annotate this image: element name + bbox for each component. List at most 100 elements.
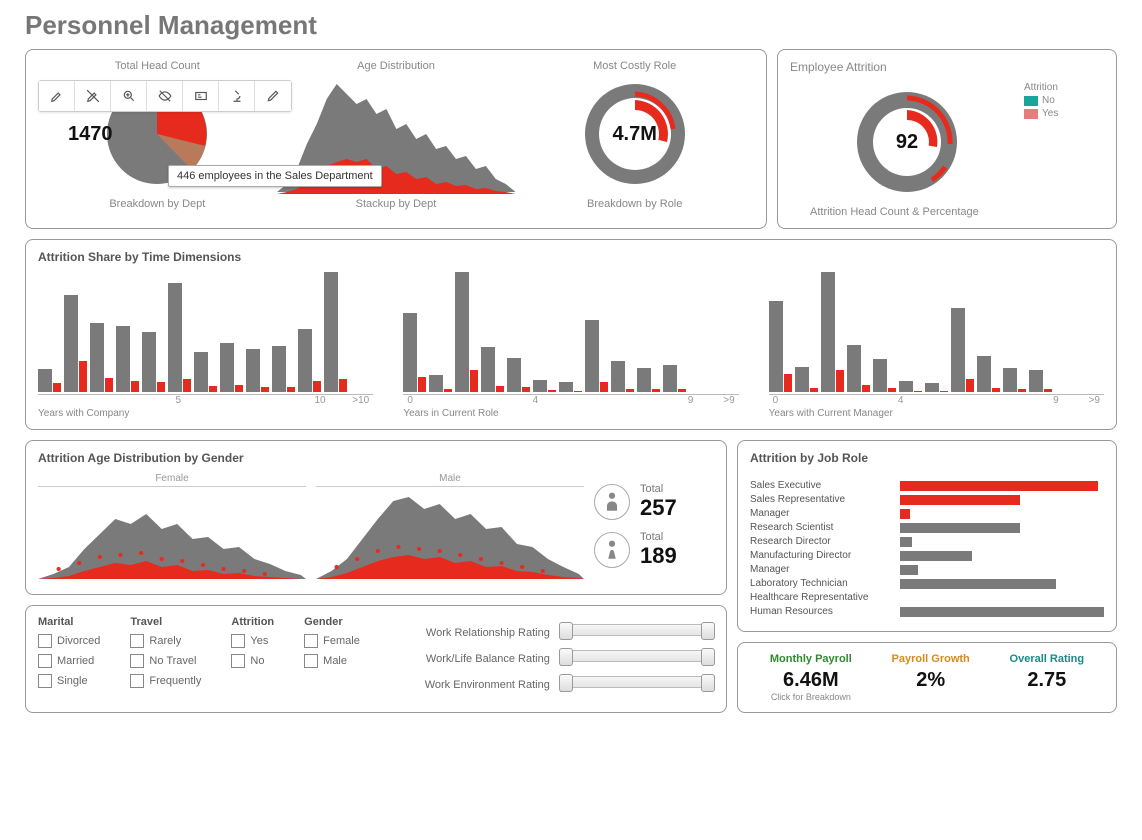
female-total-label: Total	[640, 531, 677, 543]
slider-label: Work Environment Rating	[390, 679, 550, 691]
attrition-donut[interactable]: 92	[790, 82, 1024, 202]
travel-option[interactable]: No Travel	[130, 654, 201, 668]
costly-role-donut[interactable]: 4.7M	[515, 74, 754, 194]
marital-filter: Marital Divorced Married Single	[38, 616, 100, 702]
marital-header: Marital	[38, 616, 100, 628]
payroll-header: Monthly Payroll	[770, 653, 852, 665]
job-role-label: Research Director	[750, 536, 900, 547]
pencil-icon[interactable]	[255, 81, 291, 111]
slider-label: Work/Life Balance Rating	[390, 653, 550, 665]
attrition-option[interactable]: Yes	[231, 634, 274, 648]
gender-filter: Gender Female Male	[304, 616, 360, 702]
job-role-row[interactable]: Human Resources	[750, 606, 1104, 617]
checkbox-label: Married	[57, 655, 94, 667]
time-dim-chart[interactable]: 049>9Years in Current Role	[403, 272, 738, 419]
checkbox-icon[interactable]	[38, 674, 52, 688]
label-icon[interactable]	[183, 81, 219, 111]
job-role-row[interactable]: Research Scientist	[750, 522, 1104, 533]
checkbox-icon[interactable]	[38, 634, 52, 648]
sliders-block: Work Relationship Rating 14 Work/Life Ba…	[390, 616, 714, 702]
rating-value: 2.75	[1010, 669, 1085, 692]
marital-option[interactable]: Married	[38, 654, 100, 668]
eye-off-icon[interactable]	[147, 81, 183, 111]
slider-track[interactable]	[560, 676, 714, 688]
growth-card: Payroll Growth 2%	[892, 653, 970, 702]
brush-icon[interactable]	[39, 81, 75, 111]
checkbox-icon[interactable]	[231, 654, 245, 668]
rating-slider[interactable]: Work Relationship Rating 14	[390, 624, 714, 642]
checkbox-label: Frequently	[149, 675, 201, 687]
microscope-icon[interactable]	[219, 81, 255, 111]
rating-card: Overall Rating 2.75	[1010, 653, 1085, 702]
male-label: Male	[316, 473, 584, 487]
slider-track[interactable]	[560, 624, 714, 636]
rating-header: Overall Rating	[1010, 653, 1085, 665]
rating-slider[interactable]: Work/Life Balance Rating 14	[390, 650, 714, 668]
gender-header: Gender	[304, 616, 360, 628]
checkbox-icon[interactable]	[130, 634, 144, 648]
costly-role-value: 4.7M	[612, 123, 656, 146]
job-role-row[interactable]: Manager	[750, 508, 1104, 519]
checkbox-icon[interactable]	[130, 654, 144, 668]
checkbox-icon[interactable]	[38, 654, 52, 668]
checkbox-icon[interactable]	[130, 674, 144, 688]
checkbox-icon[interactable]	[304, 654, 318, 668]
job-role-row[interactable]: Healthcare Representative	[750, 592, 1104, 603]
time-dim-chart[interactable]: 510>10Years with Company	[38, 272, 373, 419]
gender-panel: Attrition Age Distribution by Gender Fem…	[25, 440, 727, 595]
female-label: Female	[38, 473, 306, 487]
attrition-value: 92	[896, 131, 918, 154]
travel-filter: Travel Rarely No Travel Frequently	[130, 616, 201, 702]
checkbox-label: Single	[57, 675, 88, 687]
chart-tooltip: 446 employees in the Sales Department	[168, 165, 382, 187]
slider-track[interactable]	[560, 650, 714, 662]
job-role-label: Research Scientist	[750, 522, 900, 533]
female-chart[interactable]: Female	[38, 473, 306, 584]
attrition-legend: Attrition No Yes	[1024, 82, 1104, 202]
job-role-panel: Attrition by Job Role Sales Executive Sa…	[737, 440, 1117, 632]
payroll-note: Click for Breakdown	[770, 692, 852, 702]
gender-option[interactable]: Male	[304, 654, 360, 668]
costly-role-subtitle: Breakdown by Role	[515, 198, 754, 210]
job-role-row[interactable]: Manager	[750, 564, 1104, 575]
job-role-label: Manager	[750, 508, 900, 519]
checkbox-icon[interactable]	[231, 634, 245, 648]
attrition-panel: Employee Attrition 92 Attrition No	[777, 49, 1117, 229]
travel-option[interactable]: Frequently	[130, 674, 201, 688]
marital-option[interactable]: Divorced	[38, 634, 100, 648]
checkbox-label: Rarely	[149, 635, 181, 647]
checkbox-icon[interactable]	[304, 634, 318, 648]
female-icon	[594, 532, 630, 568]
chart-toolbar	[38, 80, 292, 112]
top-metrics-panel: Total Head Count	[25, 49, 767, 229]
travel-option[interactable]: Rarely	[130, 634, 201, 648]
job-role-row[interactable]: Research Director	[750, 536, 1104, 547]
job-role-label: Sales Representative	[750, 494, 900, 505]
age-dist-title: Age Distribution	[277, 60, 516, 72]
zoom-in-icon[interactable]	[111, 81, 147, 111]
male-chart[interactable]: Male	[316, 473, 584, 584]
job-role-row[interactable]: Sales Representative	[750, 494, 1104, 505]
summary-panel: Monthly Payroll 6.46M Click for Breakdow…	[737, 642, 1117, 713]
slider-label: Work Relationship Rating	[390, 627, 550, 639]
checkbox-label: Male	[323, 655, 347, 667]
page-title: Personnel Management	[25, 10, 1117, 41]
marital-option[interactable]: Single	[38, 674, 100, 688]
brush-off-icon[interactable]	[75, 81, 111, 111]
job-role-label: Manufacturing Director	[750, 550, 900, 561]
attrition-option[interactable]: No	[231, 654, 274, 668]
gender-option[interactable]: Female	[304, 634, 360, 648]
attrition-title: Employee Attrition	[790, 60, 1104, 74]
travel-header: Travel	[130, 616, 201, 628]
female-total-value: 189	[640, 543, 677, 569]
legend-title: Attrition	[1024, 82, 1104, 93]
time-dim-chart[interactable]: 049>9Years with Current Manager	[769, 272, 1104, 419]
attrition-subtitle: Attrition Head Count & Percentage	[810, 206, 1104, 218]
rating-slider[interactable]: Work Environment Rating 14	[390, 676, 714, 694]
job-role-row[interactable]: Manufacturing Director	[750, 550, 1104, 561]
job-role-row[interactable]: Sales Executive	[750, 480, 1104, 491]
payroll-value: 6.46M	[770, 669, 852, 692]
checkbox-label: Divorced	[57, 635, 100, 647]
payroll-card[interactable]: Monthly Payroll 6.46M Click for Breakdow…	[770, 653, 852, 702]
job-role-row[interactable]: Laboratory Technician	[750, 578, 1104, 589]
